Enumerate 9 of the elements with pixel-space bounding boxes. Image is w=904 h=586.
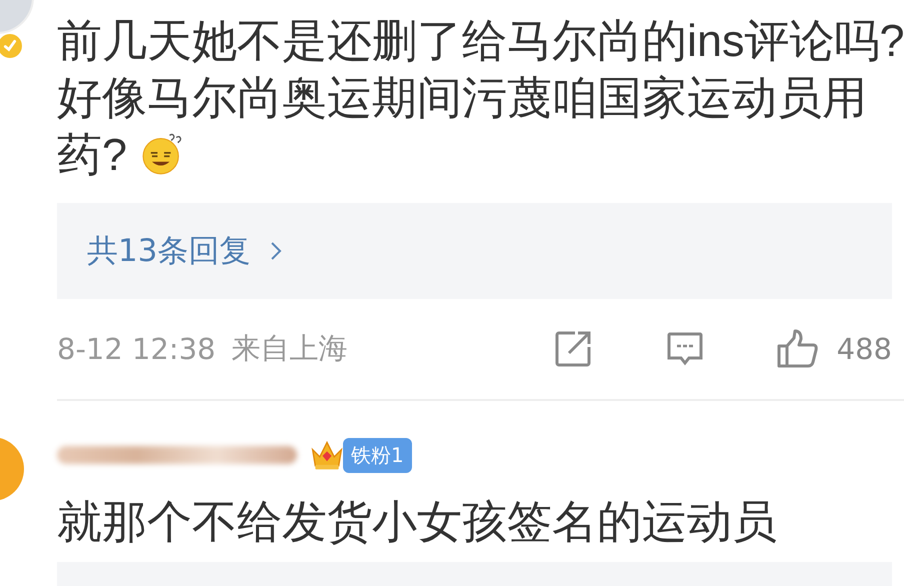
comment-time: 8-12 12:38 [57, 332, 216, 366]
fan-level-badge: 铁粉1 [343, 438, 412, 472]
share-icon[interactable] [552, 329, 593, 369]
comment-text: 就那个不给发货小女孩签名的运动员 [57, 495, 778, 549]
like-count: 488 [836, 332, 892, 366]
comment-text: 前几天她不是还删了给马尔尚的ins评论吗?好像马尔尚奥运期间污蔑咱国家运动员用药? [57, 14, 904, 182]
chevron-right-icon [270, 241, 282, 261]
comment-location: 来自上海 [232, 330, 348, 367]
replies-link[interactable]: 共13条回复 [57, 203, 892, 299]
